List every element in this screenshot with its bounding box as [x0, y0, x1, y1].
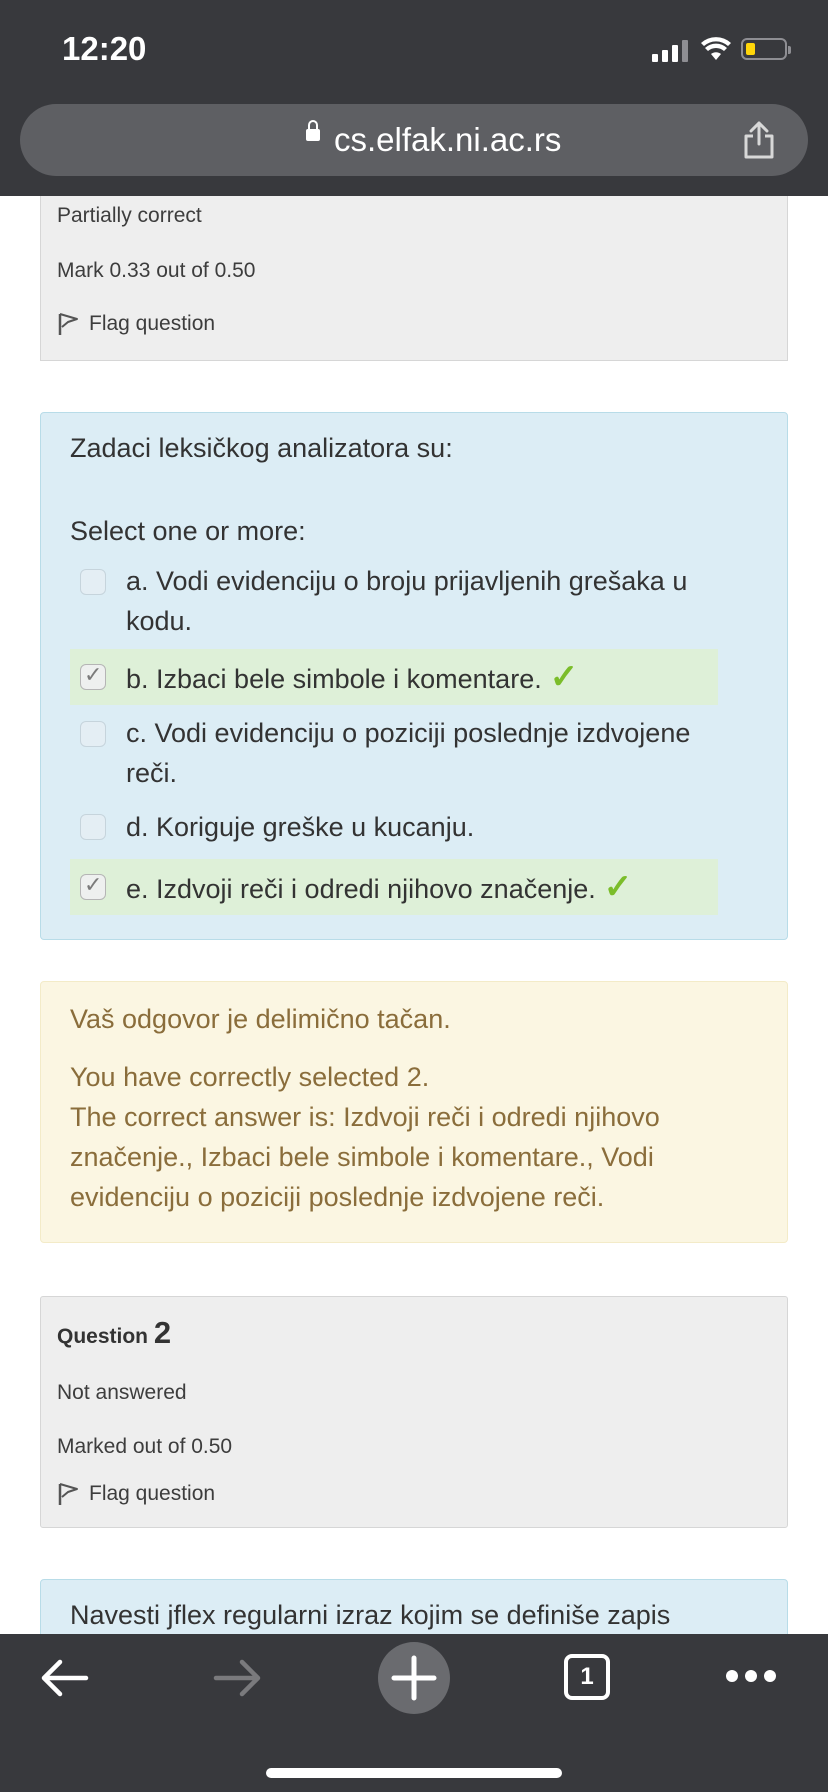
- feedback-summary: Vaš odgovor je delimično tačan.: [70, 1004, 451, 1034]
- flag-question-label: Flag question: [89, 1482, 216, 1505]
- more-menu-icon[interactable]: [724, 1668, 778, 1684]
- feedback-selected-count: You have correctly selected 2.: [70, 1062, 430, 1092]
- select-instruction: Select one or more:: [70, 516, 306, 546]
- option-b-checkbox[interactable]: [80, 662, 106, 690]
- answer-option-d[interactable]: d. Koriguje greške u kucanju.: [70, 799, 718, 855]
- question-number: Question 2: [57, 1315, 171, 1351]
- answer-option-b[interactable]: b. Izbaci bele simbole i komentare.✓: [70, 649, 718, 705]
- question-mark: Mark 0.33 out of 0.50: [57, 259, 256, 282]
- share-icon[interactable]: [742, 120, 776, 160]
- question-prompt: Navesti jflex regularni izraz kojim se d…: [70, 1600, 671, 1630]
- option-c-checkbox[interactable]: [80, 721, 106, 747]
- option-e-label: e. Izdvoji reči i odredi njihovo značenj…: [126, 874, 596, 904]
- option-a-label: a. Vodi evidenciju o broju prijavljenih …: [126, 566, 688, 636]
- option-d-label: d. Koriguje greške u kucanju.: [126, 812, 475, 842]
- cellular-signal-icon: [652, 38, 688, 62]
- flag-question-button[interactable]: Flag question: [57, 311, 215, 337]
- browser-toolbar: 1: [0, 1634, 828, 1792]
- flag-icon: [58, 313, 78, 335]
- tab-count: 1: [580, 1663, 594, 1690]
- flag-icon: [58, 1483, 78, 1505]
- battery-icon: [741, 38, 791, 60]
- answer-option-e[interactable]: e. Izdvoji reči i odredi njihovo značenj…: [70, 859, 718, 915]
- address-bar[interactable]: cs.elfak.ni.ac.rs: [20, 104, 808, 176]
- status-time: 12:20: [62, 30, 147, 67]
- question-state: Not answered: [57, 1381, 187, 1404]
- question-state: Partially correct: [57, 204, 202, 227]
- answer-option-c[interactable]: c. Vodi evidenciju o poziciji poslednje …: [70, 713, 718, 793]
- wifi-icon: [701, 37, 731, 60]
- answer-feedback: Vaš odgovor je delimično tačan. You have…: [40, 981, 788, 1243]
- flag-question-label: Flag question: [89, 312, 216, 335]
- feedback-details: You have correctly selected 2. The corre…: [70, 1057, 760, 1217]
- home-indicator[interactable]: [266, 1768, 562, 1778]
- flag-question-button[interactable]: Flag question: [57, 1481, 215, 1507]
- back-arrow-icon[interactable]: [38, 1654, 90, 1702]
- feedback-correct-answer: The correct answer is: Izdvoji reči i od…: [70, 1102, 660, 1212]
- question-label: Question: [57, 1325, 149, 1348]
- question-mark: Marked out of 0.50: [57, 1435, 233, 1458]
- option-b-label: b. Izbaci bele simbole i komentare.: [126, 664, 542, 694]
- option-c-label: c. Vodi evidenciju o poziciji poslednje …: [126, 718, 691, 788]
- previous-question-info: Partially correct Mark 0.33 out of 0.50 …: [40, 196, 788, 361]
- option-d-checkbox[interactable]: [80, 814, 106, 840]
- option-b-row: b. Izbaci bele simbole i komentare. ✓: [126, 657, 708, 699]
- new-tab-button[interactable]: [378, 1642, 450, 1714]
- tab-switcher-button[interactable]: 1: [564, 1654, 610, 1700]
- forward-arrow-icon[interactable]: [212, 1654, 264, 1702]
- option-a-checkbox[interactable]: [80, 569, 106, 595]
- correct-check-icon: ✓: [549, 658, 579, 696]
- question-prompt: Zadaci leksičkog analizatora su:: [70, 433, 453, 463]
- browser-top-bar: 12:20 cs.elfak.ni.ac.rs: [0, 0, 828, 196]
- option-e-row: e. Izdvoji reči i odredi njihovo značenj…: [126, 867, 708, 909]
- correct-check-icon: ✓: [603, 868, 633, 906]
- answer-option-a[interactable]: a. Vodi evidenciju o broju prijavljenih …: [70, 561, 718, 641]
- url-text: cs.elfak.ni.ac.rs: [334, 121, 562, 158]
- option-e-checkbox[interactable]: [80, 872, 106, 900]
- question-2-info: Question 2 Not answered Marked out of 0.…: [40, 1296, 788, 1528]
- question-1-content: Zadaci leksičkog analizatora su: Select …: [40, 412, 788, 940]
- question-number-value: 2: [153, 1315, 172, 1350]
- plus-icon: [391, 1655, 437, 1701]
